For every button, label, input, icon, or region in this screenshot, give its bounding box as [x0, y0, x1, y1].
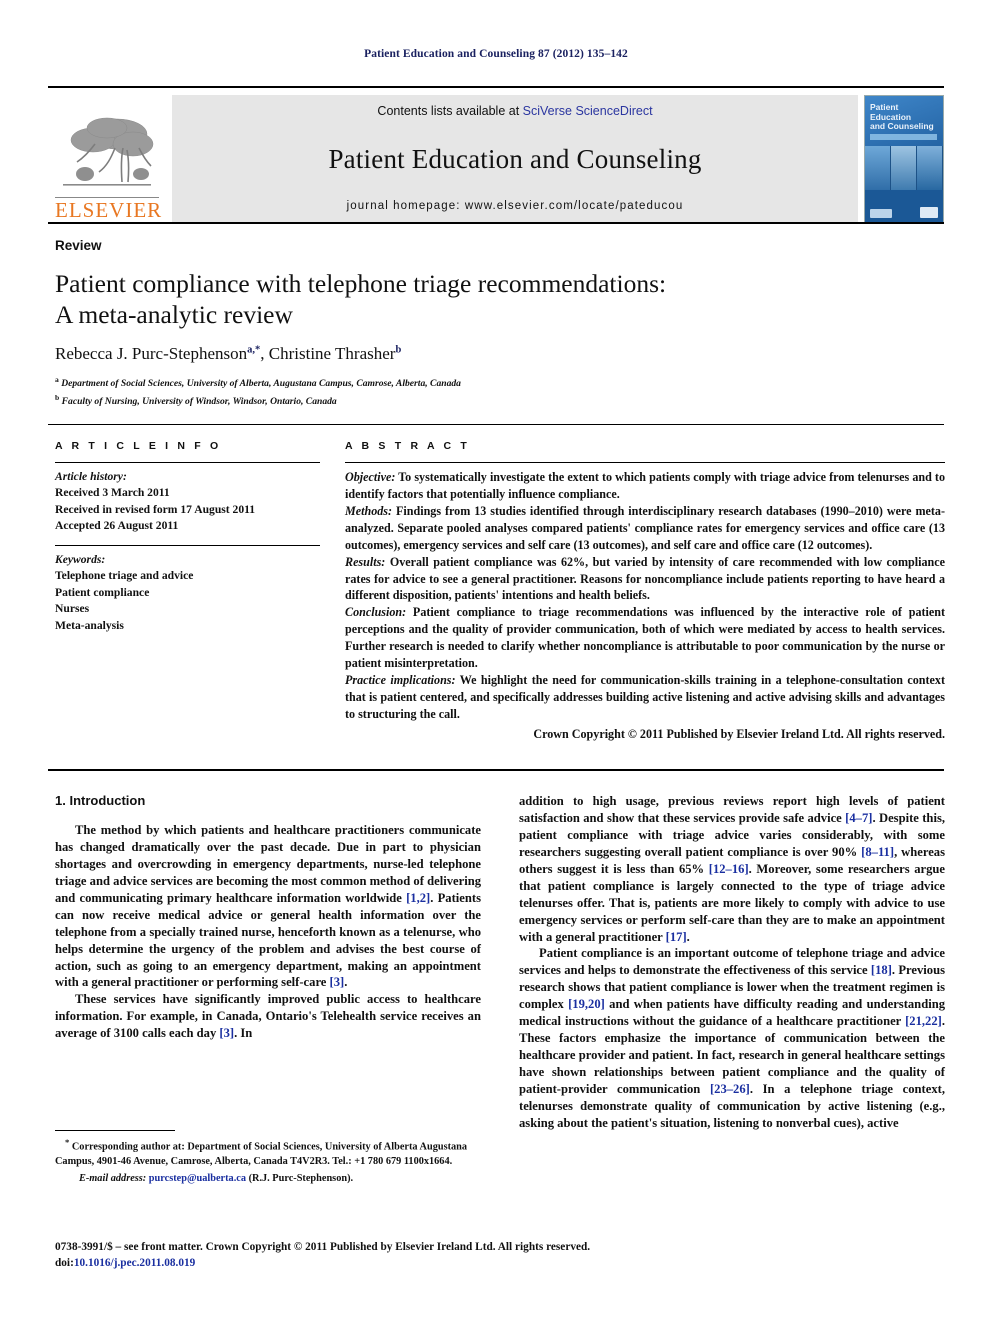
cover-title: Patient Education and Counseling: [870, 102, 939, 132]
abstract-results-text: Overall patient compliance was 62%, but …: [345, 554, 945, 603]
elsevier-logo: ELSEVIER: [48, 95, 166, 223]
page-title: Patient compliance with telephone triage…: [55, 268, 745, 330]
affiliation-b-mark: b: [55, 393, 60, 403]
doi-line: doi:10.1016/j.pec.2011.08.019: [55, 1255, 615, 1271]
corresponding-author-note: * Corresponding author at: Department of…: [55, 1136, 481, 1170]
keyword-1: Patient compliance: [55, 585, 150, 599]
abstract-practice-label: Practice implications:: [345, 673, 456, 688]
journal-title: Patient Education and Counseling: [328, 143, 702, 174]
introduction-left-text: The method by which patients and healthc…: [55, 822, 481, 1042]
abstract-body: Objective: To systematically investigate…: [345, 469, 945, 743]
elsevier-tree-icon: [63, 117, 154, 186]
affiliation-b-text: Faculty of Nursing, University of Windso…: [61, 396, 337, 408]
body-column-right: addition to high usage, previous reviews…: [519, 793, 945, 1132]
article-info-column: A R T I C L E I N F O Article history: R…: [55, 440, 320, 644]
cover-publisher-mark: [870, 209, 892, 218]
journal-masthead: ELSEVIER Contents lists available at Sci…: [48, 86, 944, 223]
abstract-copyright: Crown Copyright © 2011 Published by Else…: [533, 726, 945, 741]
keywords-label: Keywords:: [55, 552, 106, 566]
abstract-heading: A B S T R A C T: [345, 440, 470, 452]
keywords-block: Keywords: Telephone triage and advice Pa…: [55, 552, 320, 634]
cover-society-mark: [920, 207, 938, 218]
keyword-0: Telephone triage and advice: [55, 569, 194, 583]
abstract-objective-text: To systematically investigate the extent…: [345, 470, 945, 501]
paragraph: The method by which patients and healthc…: [55, 823, 481, 990]
abstract-column: A B S T R A C T Objective: To systematic…: [345, 440, 945, 743]
article-page: Patient Education and Counseling 87 (201…: [0, 0, 992, 1323]
cover-title-line2: and Counseling: [870, 121, 934, 132]
abstract-conclusion: Conclusion: Patient compliance to triage…: [345, 604, 945, 672]
abstract-conclusion-label: Conclusion:: [345, 605, 407, 620]
journal-homepage-link[interactable]: journal homepage: www.elsevier.com/locat…: [347, 200, 684, 212]
footnote-divider: [55, 1130, 175, 1131]
contents-prefix: Contents lists available at: [377, 104, 523, 118]
contents-available-line: Contents lists available at SciVerse Sci…: [377, 104, 652, 118]
article-body: 1. Introduction The method by which pati…: [55, 793, 945, 1132]
doi-label: doi:: [55, 1257, 74, 1270]
affiliation-list: a Department of Social Sciences, Univers…: [55, 374, 815, 410]
cover-title-line1: Patient Education: [870, 102, 912, 122]
abstract-objective: Objective: To systematically investigate…: [345, 469, 945, 503]
imprint-block: 0738-3991/$ – see front matter. Crown Co…: [55, 1239, 615, 1272]
article-type-label: Review: [55, 238, 102, 253]
abstract-results: Results: Overall patient compliance was …: [345, 554, 945, 605]
cover-photo-1: [865, 146, 891, 192]
journal-cover-thumbnail: Patient Education and Counseling: [864, 95, 944, 223]
footnote-block: * Corresponding author at: Department of…: [55, 1136, 481, 1187]
article-info-divider-2: [55, 544, 320, 546]
author-2-marks: b: [395, 344, 402, 356]
abstract-practice-implications: Practice implications: We highlight the …: [345, 672, 945, 723]
article-info-divider-1: [55, 462, 320, 463]
sciencedirect-link[interactable]: SciVerse ScienceDirect: [523, 104, 653, 118]
affiliation-a-mark: a: [55, 375, 59, 384]
abstract-methods-label: Methods:: [345, 503, 393, 518]
abstract-divider: [345, 462, 945, 463]
paragraph: These services have significantly improv…: [55, 992, 481, 1041]
email-attribution: (R.J. Purc-Stephenson).: [246, 1173, 354, 1185]
article-history-label: Article history:: [55, 470, 127, 483]
history-line-0: Received 3 March 2011: [55, 486, 170, 500]
author-1-marks: a,*: [247, 344, 261, 356]
cover-photo-2: [891, 146, 917, 192]
introduction-right-text: addition to high usage, previous reviews…: [519, 793, 945, 1132]
article-history-block: Article history: Received 3 March 2011 R…: [55, 469, 320, 535]
body-column-left: 1. Introduction The method by which pati…: [55, 793, 481, 1132]
keyword-3: Meta-analysis: [55, 618, 124, 632]
issn-copyright-line: 0738-3991/$ – see front matter. Crown Co…: [55, 1241, 591, 1253]
cover-photo-3: [917, 146, 943, 192]
doi-link[interactable]: 10.1016/j.pec.2011.08.019: [74, 1257, 195, 1269]
abstract-objective-label: Objective:: [345, 470, 396, 484]
affiliation-a: a Department of Social Sciences, Univers…: [55, 374, 815, 392]
cover-subtitle-bar: [870, 134, 937, 140]
title-line-2: A meta-analytic review: [55, 300, 293, 330]
author-1-name[interactable]: Rebecca J. Purc-Stephenson: [55, 344, 247, 363]
title-line-1: Patient compliance with telephone triage…: [55, 269, 667, 298]
abstract-methods: Methods: Findings from 13 studies identi…: [345, 503, 945, 554]
abstract-panel-top-divider: [48, 424, 944, 425]
abstract-results-label: Results:: [345, 554, 386, 569]
author-2-name[interactable]: Christine Thrasher: [269, 344, 396, 363]
email-link[interactable]: purcstep@ualberta.ca: [149, 1173, 246, 1184]
running-head: Patient Education and Counseling 87 (201…: [364, 48, 628, 60]
paragraph: Patient compliance is an important outco…: [519, 946, 945, 1130]
elsevier-wordmark: ELSEVIER: [55, 197, 163, 222]
keyword-2: Nurses: [55, 602, 90, 616]
abstract-methods-text: Findings from 13 studies identified thro…: [345, 503, 945, 552]
paragraph: addition to high usage, previous reviews…: [519, 794, 945, 944]
affiliation-b: b Faculty of Nursing, University of Wind…: [55, 392, 815, 410]
masthead-divider: [48, 222, 944, 224]
author-list: Rebecca J. Purc-Stephensona,*, Christine…: [55, 344, 402, 363]
abstract-conclusion-text: Patient compliance to triage recommendat…: [345, 605, 945, 671]
corresponding-author-tel: Tel.: +1 780 679 1100x1664.: [332, 1156, 453, 1168]
history-line-2: Accepted 26 August 2011: [55, 519, 179, 533]
article-info-heading: A R T I C L E I N F O: [55, 440, 222, 452]
email-note: E-mail address: purcstep@ualberta.ca (R.…: [55, 1172, 481, 1187]
history-line-1: Received in revised form 17 August 2011: [55, 502, 256, 516]
section-heading-introduction: 1. Introduction: [55, 793, 146, 808]
email-label: E-mail address:: [79, 1173, 147, 1185]
abstract-panel-bottom-divider: [48, 769, 944, 771]
journal-band: Contents lists available at SciVerse Sci…: [172, 95, 858, 223]
affiliation-a-text: Department of Social Sciences, Universit…: [61, 378, 461, 390]
cover-photo-strip: [865, 146, 943, 192]
